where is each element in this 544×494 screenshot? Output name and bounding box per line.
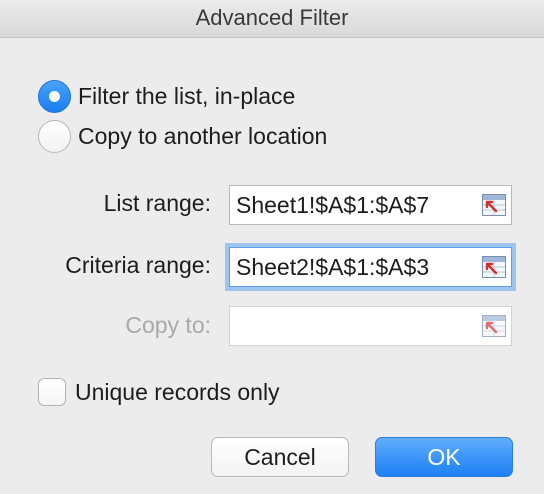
- list-range-value[interactable]: Sheet1!$A$1:$A$7: [236, 186, 476, 224]
- range-picker-icon: [482, 315, 506, 337]
- range-picker-icon[interactable]: [482, 194, 506, 216]
- radio-filter-in-place-label: Filter the list, in-place: [78, 83, 296, 109]
- radio-copy-to-location-label: Copy to another location: [78, 123, 328, 149]
- unique-records-row[interactable]: Unique records only: [38, 378, 280, 406]
- list-range-label: List range:: [103, 190, 211, 216]
- list-range-field[interactable]: Sheet1!$A$1:$A$7: [229, 185, 512, 225]
- radio-filter-in-place-row[interactable]: Filter the list, in-place: [38, 80, 295, 113]
- cancel-button[interactable]: Cancel: [211, 437, 349, 477]
- criteria-range-label: Criteria range:: [65, 252, 211, 278]
- radio-filter-in-place[interactable]: [38, 80, 71, 113]
- radio-copy-to-location[interactable]: [38, 120, 71, 153]
- criteria-range-field[interactable]: Sheet2!$A$1:$A$3: [229, 247, 512, 287]
- unique-records-checkbox[interactable]: [38, 378, 66, 406]
- ok-button[interactable]: OK: [375, 437, 513, 477]
- radio-copy-to-location-row[interactable]: Copy to another location: [38, 120, 327, 153]
- dialog-title: Advanced Filter: [0, 0, 544, 38]
- criteria-range-value[interactable]: Sheet2!$A$1:$A$3: [236, 248, 476, 286]
- unique-records-label: Unique records only: [75, 378, 280, 405]
- copy-to-label: Copy to:: [125, 312, 211, 338]
- range-picker-icon[interactable]: [482, 256, 506, 278]
- copy-to-field: [229, 306, 512, 346]
